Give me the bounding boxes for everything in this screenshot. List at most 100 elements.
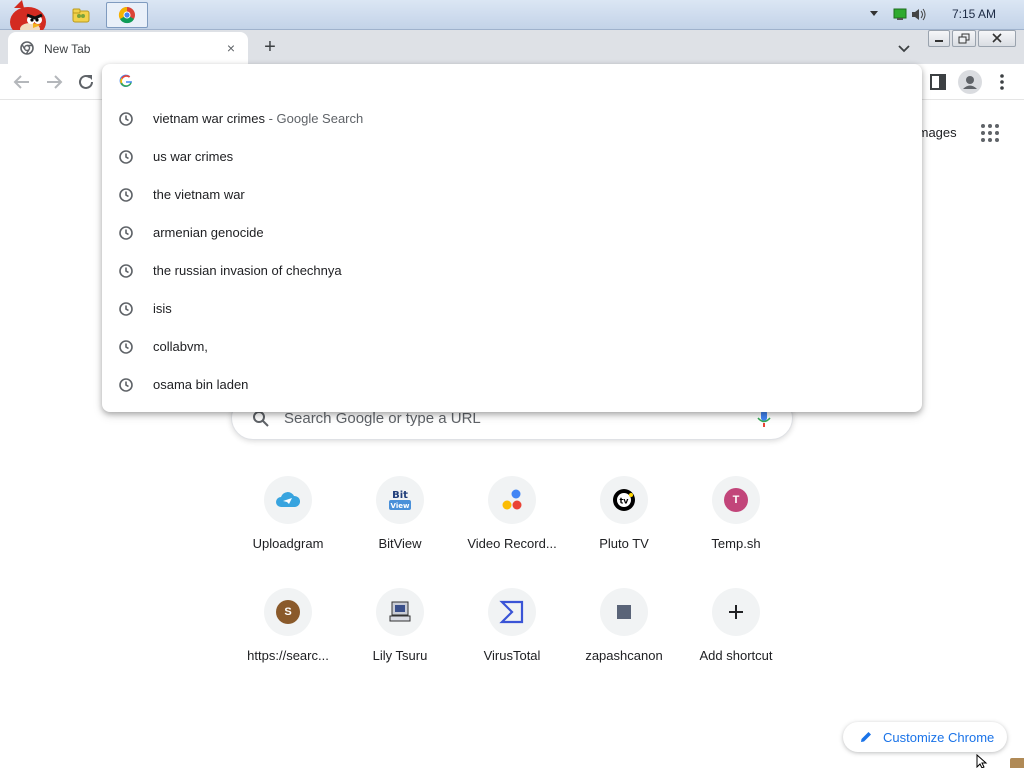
apps-grid-icon[interactable]: [980, 123, 1000, 143]
shortcut-label: zapashcanon: [585, 648, 663, 663]
history-clock-icon: [119, 112, 133, 126]
back-arrow-icon[interactable]: [10, 70, 34, 94]
shortcut-label: https://searc...: [247, 648, 329, 663]
shortcut-tile[interactable]: Video Record...: [456, 474, 568, 586]
minimize-icon: [935, 40, 943, 42]
chevron-down-icon[interactable]: [869, 10, 879, 18]
shortcut-tile[interactable]: Bit View BitView: [344, 474, 456, 586]
mouse-cursor-icon: [976, 754, 988, 768]
shortcut-tile[interactable]: S https://searc...: [232, 586, 344, 698]
new-tab-button[interactable]: +: [258, 36, 282, 60]
suggestion-query: the vietnam war: [153, 187, 245, 202]
os-taskbar: 7:15 AM: [0, 0, 1024, 37]
shortcut-label: Uploadgram: [252, 536, 324, 551]
suggestion-query: isis: [153, 301, 172, 316]
chrome-taskbar-button[interactable]: [106, 2, 148, 28]
svg-text:tv: tv: [619, 497, 629, 506]
tab-new-tab[interactable]: New Tab ×: [8, 32, 248, 64]
close-window-button[interactable]: [978, 30, 1016, 47]
history-clock-icon: [119, 150, 133, 164]
shortcut-tile[interactable]: Lily Tsuru: [344, 586, 456, 698]
search-icon: [253, 411, 269, 427]
profile-avatar[interactable]: [958, 70, 982, 94]
speaker-icon[interactable]: [911, 7, 927, 22]
chrome-icon: [118, 6, 135, 24]
svg-text:Bit: Bit: [392, 490, 408, 501]
shortcut-tile[interactable]: zapashcanon: [568, 586, 680, 698]
screen: 7:15 AM New Tab × + Images Search Google…: [0, 0, 1024, 768]
suggestion-description: - Google Search: [264, 111, 364, 126]
omnibox-suggestion[interactable]: osama bin laden: [102, 366, 922, 404]
history-clock-icon: [119, 340, 133, 354]
microphone-icon[interactable]: [756, 409, 772, 429]
plus-icon: [712, 588, 760, 636]
taskbar-corner-icon: [1010, 758, 1024, 768]
reload-icon[interactable]: [74, 70, 98, 94]
history-clock-icon: [119, 378, 133, 392]
shortcut-tile[interactable]: T Temp.sh: [680, 474, 792, 586]
network-icon[interactable]: [893, 8, 907, 21]
suggestion-query: vietnam war crimes: [153, 111, 265, 126]
add-shortcut-tile[interactable]: Add shortcut: [680, 586, 792, 698]
shortcut-label: Add shortcut: [699, 648, 773, 663]
omnibox-suggestion[interactable]: the vietnam war: [102, 176, 922, 214]
computer-icon: [376, 588, 424, 636]
customize-chrome-button[interactable]: Customize Chrome: [843, 722, 1007, 752]
restore-button[interactable]: [952, 30, 976, 47]
pencil-icon: [861, 732, 871, 742]
history-clock-icon: [119, 188, 133, 202]
kebab-menu-icon[interactable]: [990, 70, 1014, 94]
bitview-icon: Bit View: [376, 476, 424, 524]
shortcut-label: VirusTotal: [483, 648, 541, 663]
omnibox-suggestion[interactable]: the russian invasion of chechnya: [102, 252, 922, 290]
virustotal-icon: [488, 588, 536, 636]
cloud-upload-icon: [264, 476, 312, 524]
suggestion-query: armenian genocide: [153, 225, 264, 240]
letter-badge: T: [724, 488, 748, 512]
person-icon: [963, 76, 977, 89]
suggestion-query: osama bin laden: [153, 377, 249, 392]
history-clock-icon: [119, 302, 133, 316]
letter-s-icon: S: [264, 588, 312, 636]
shortcut-label: Temp.sh: [711, 536, 761, 551]
suggestion-text: vietnam war crimes - Google Search: [153, 111, 363, 126]
omnibox-suggestion[interactable]: vietnam war crimes - Google Search: [102, 100, 922, 138]
shortcut-tile[interactable]: tv Pluto TV: [568, 474, 680, 586]
omnibox-suggestion[interactable]: us war crimes: [102, 138, 922, 176]
clock[interactable]: 7:15 AM: [952, 7, 996, 21]
history-clock-icon: [119, 264, 133, 278]
omnibox-input[interactable]: [102, 64, 922, 100]
tab-title: New Tab: [44, 42, 91, 56]
suggestion-query: the russian invasion of chechnya: [153, 263, 342, 278]
shortcut-label: Pluto TV: [599, 536, 649, 551]
system-tray: 7:15 AM: [859, 0, 1024, 30]
tab-strip: New Tab × +: [0, 30, 1024, 64]
folder-icon[interactable]: [68, 2, 94, 28]
customize-chrome-label: Customize Chrome: [883, 730, 995, 745]
minimize-button[interactable]: [928, 30, 950, 47]
side-panel-icon[interactable]: [926, 70, 950, 94]
omnibox-suggestion[interactable]: armenian genocide: [102, 214, 922, 252]
chrome-favicon-icon: [20, 41, 34, 55]
letter-badge: S: [276, 600, 300, 624]
suggestion-query: collabvm,: [153, 339, 208, 354]
suggestion-query: us war crimes: [153, 149, 234, 164]
omnibox-suggestion[interactable]: isis: [102, 290, 922, 328]
close-tab-icon[interactable]: ×: [222, 39, 240, 57]
letter-t-icon: T: [712, 476, 760, 524]
video-record-icon: [488, 476, 536, 524]
history-clock-icon: [119, 226, 133, 240]
forward-arrow-icon[interactable]: [42, 70, 66, 94]
shortcut-label: Lily Tsuru: [372, 648, 428, 663]
shortcut-tile[interactable]: Uploadgram: [232, 474, 344, 586]
shortcut-label: Video Record...: [467, 536, 557, 551]
search-placeholder: Search Google or type a URL: [284, 410, 481, 427]
shortcut-label: BitView: [378, 536, 422, 551]
shortcut-tile[interactable]: VirusTotal: [456, 586, 568, 698]
pluto-tv-icon: tv: [600, 476, 648, 524]
square-icon: [600, 588, 648, 636]
tab-search-icon[interactable]: [894, 38, 914, 58]
omnibox-suggestion[interactable]: collabvm,: [102, 328, 922, 366]
omnibox-dropdown: vietnam war crimes - Google Search us wa…: [102, 64, 922, 412]
svg-text:View: View: [391, 502, 410, 510]
